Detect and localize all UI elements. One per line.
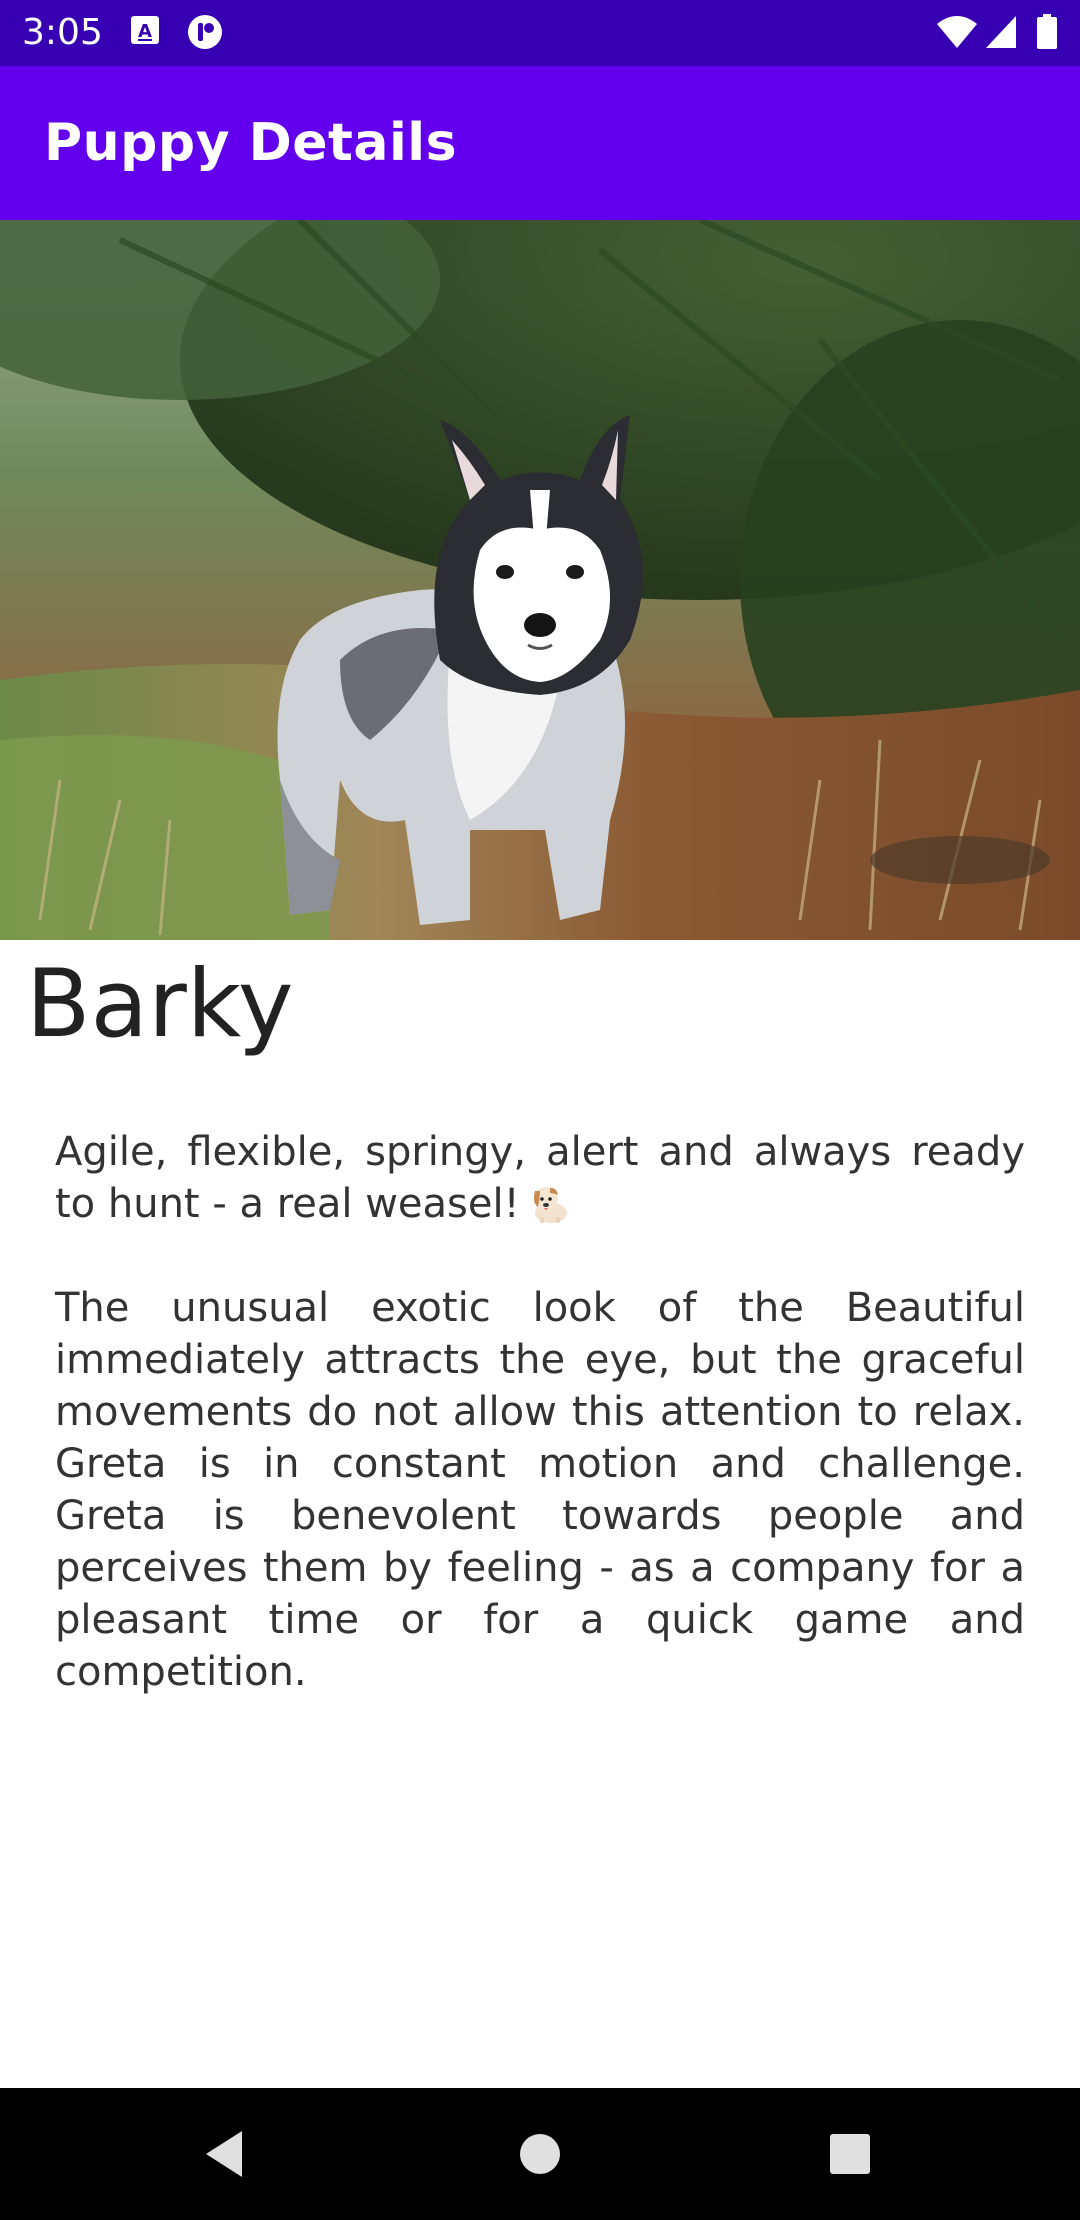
- back-icon: [206, 2131, 242, 2177]
- description-paragraph-1: Agile, flexible, springy, alert and alwa…: [55, 1126, 1025, 1230]
- signal-icon: [984, 14, 1018, 50]
- puppy-photo: [0, 220, 1080, 940]
- status-bar: 3:05 A: [0, 0, 1080, 66]
- svg-text:A: A: [138, 21, 152, 42]
- navigation-bar: [0, 2088, 1080, 2220]
- puppy-name: Barky: [26, 950, 294, 1059]
- battery-icon: [1036, 14, 1058, 50]
- home-icon: [520, 2134, 560, 2174]
- puppy-description: Agile, flexible, springy, alert and alwa…: [55, 1126, 1025, 1750]
- wifi-icon: [936, 14, 978, 50]
- description-paragraph-2: The unusual exotic look of the Beautiful…: [55, 1285, 1025, 1695]
- dog-emoji-icon: [533, 1187, 567, 1223]
- back-button[interactable]: [166, 2088, 286, 2220]
- recents-icon: [830, 2134, 870, 2174]
- notification-app-icon: [186, 14, 224, 52]
- recents-button[interactable]: [790, 2088, 910, 2220]
- text-a-icon: A: [130, 14, 160, 48]
- puppy-details-screen: 3:05 A Puppy Details Barky Agile, flexib…: [0, 0, 1080, 2220]
- app-bar: Puppy Details: [0, 66, 1080, 220]
- app-title: Puppy Details: [44, 113, 458, 173]
- home-button[interactable]: [480, 2088, 600, 2220]
- status-time: 3:05: [22, 12, 103, 53]
